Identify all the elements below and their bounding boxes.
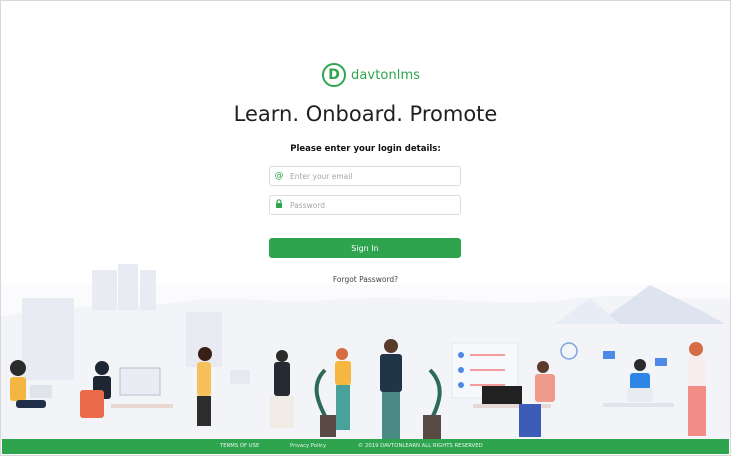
password-field[interactable] <box>269 195 461 215</box>
brand-logo: D davtonlms <box>322 62 420 88</box>
login-instructions: Please enter your login details: <box>290 144 441 154</box>
page-headline: Learn. Onboard. Promote <box>233 102 498 126</box>
copyright-text: © 2019 DAVTONLEARN ALL RIGHTS RESERVED <box>358 443 483 449</box>
email-field[interactable]: @ <box>269 166 461 186</box>
logo-mark: D <box>322 63 346 87</box>
brand-name: davtonlms <box>351 67 421 83</box>
office-illustration <box>0 264 731 440</box>
lock-icon <box>270 199 288 211</box>
password-input[interactable] <box>288 200 450 210</box>
at-icon: @ <box>274 171 284 181</box>
privacy-link[interactable]: Privacy Policy <box>290 443 326 449</box>
email-input[interactable] <box>288 171 450 181</box>
footer-bar: TERMS OF USE Privacy Policy © 2019 DAVTO… <box>2 439 729 454</box>
terms-link[interactable]: TERMS OF USE <box>220 443 259 449</box>
